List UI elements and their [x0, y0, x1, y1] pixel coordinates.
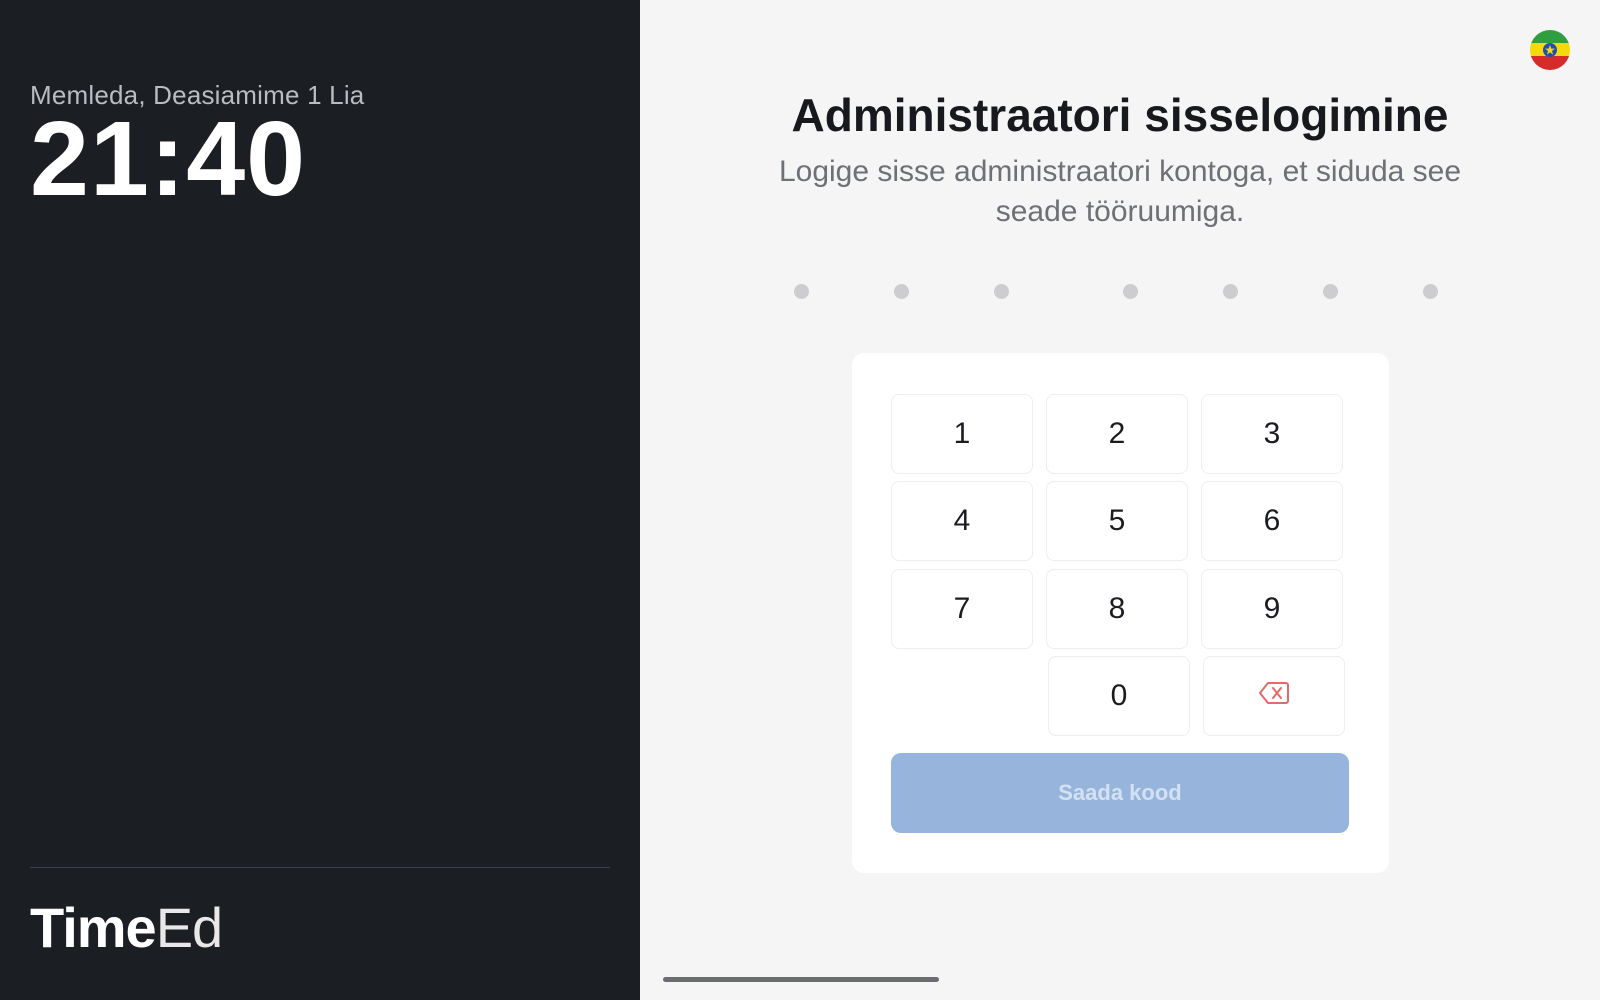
- key-0[interactable]: 0: [1048, 656, 1190, 736]
- code-dot: [894, 284, 909, 299]
- key-9[interactable]: 9: [1201, 569, 1343, 649]
- key-1[interactable]: 1: [891, 394, 1033, 474]
- code-dot: [994, 284, 1009, 299]
- key-5[interactable]: 5: [1046, 481, 1188, 561]
- logo-text-thin: Ed: [155, 896, 223, 959]
- key-7[interactable]: 7: [891, 569, 1033, 649]
- key-6[interactable]: 6: [1201, 481, 1343, 561]
- key-2[interactable]: 2: [1046, 394, 1188, 474]
- divider: [30, 867, 610, 868]
- home-indicator[interactable]: [663, 977, 939, 982]
- key-8[interactable]: 8: [1046, 569, 1188, 649]
- page-title: Administraatori sisselogimine: [791, 89, 1449, 141]
- backspace-icon: [1259, 679, 1289, 713]
- code-dot: [1123, 284, 1138, 299]
- login-panel: Administraatori sisselogimine Logige sis…: [640, 0, 1600, 1000]
- code-dot: [1323, 284, 1338, 299]
- send-code-button[interactable]: Saada kood: [891, 753, 1349, 833]
- logo-text-bold: Time: [30, 896, 157, 959]
- key-3[interactable]: 3: [1201, 394, 1343, 474]
- flag-icon[interactable]: [1530, 30, 1570, 70]
- keypad-card: 1 2 3 4 5 6 7 8 9 0 Saada kood: [852, 353, 1389, 873]
- clock-time: 21:40: [30, 100, 307, 218]
- code-dot: [1423, 284, 1438, 299]
- backspace-button[interactable]: [1203, 656, 1345, 736]
- code-dot: [794, 284, 809, 299]
- code-indicator: [640, 284, 1600, 300]
- screen: Memleda, Deasiamime 1 Lia 21:40 TimeEd A…: [0, 0, 1600, 1000]
- page-subtitle: Logige sisse administraatori kontoga, et…: [778, 155, 1462, 228]
- key-4[interactable]: 4: [891, 481, 1033, 561]
- code-dot: [1223, 284, 1238, 299]
- timeed-logo: TimeEd: [30, 900, 223, 956]
- clock-panel: Memleda, Deasiamime 1 Lia 21:40 TimeEd: [0, 0, 640, 1000]
